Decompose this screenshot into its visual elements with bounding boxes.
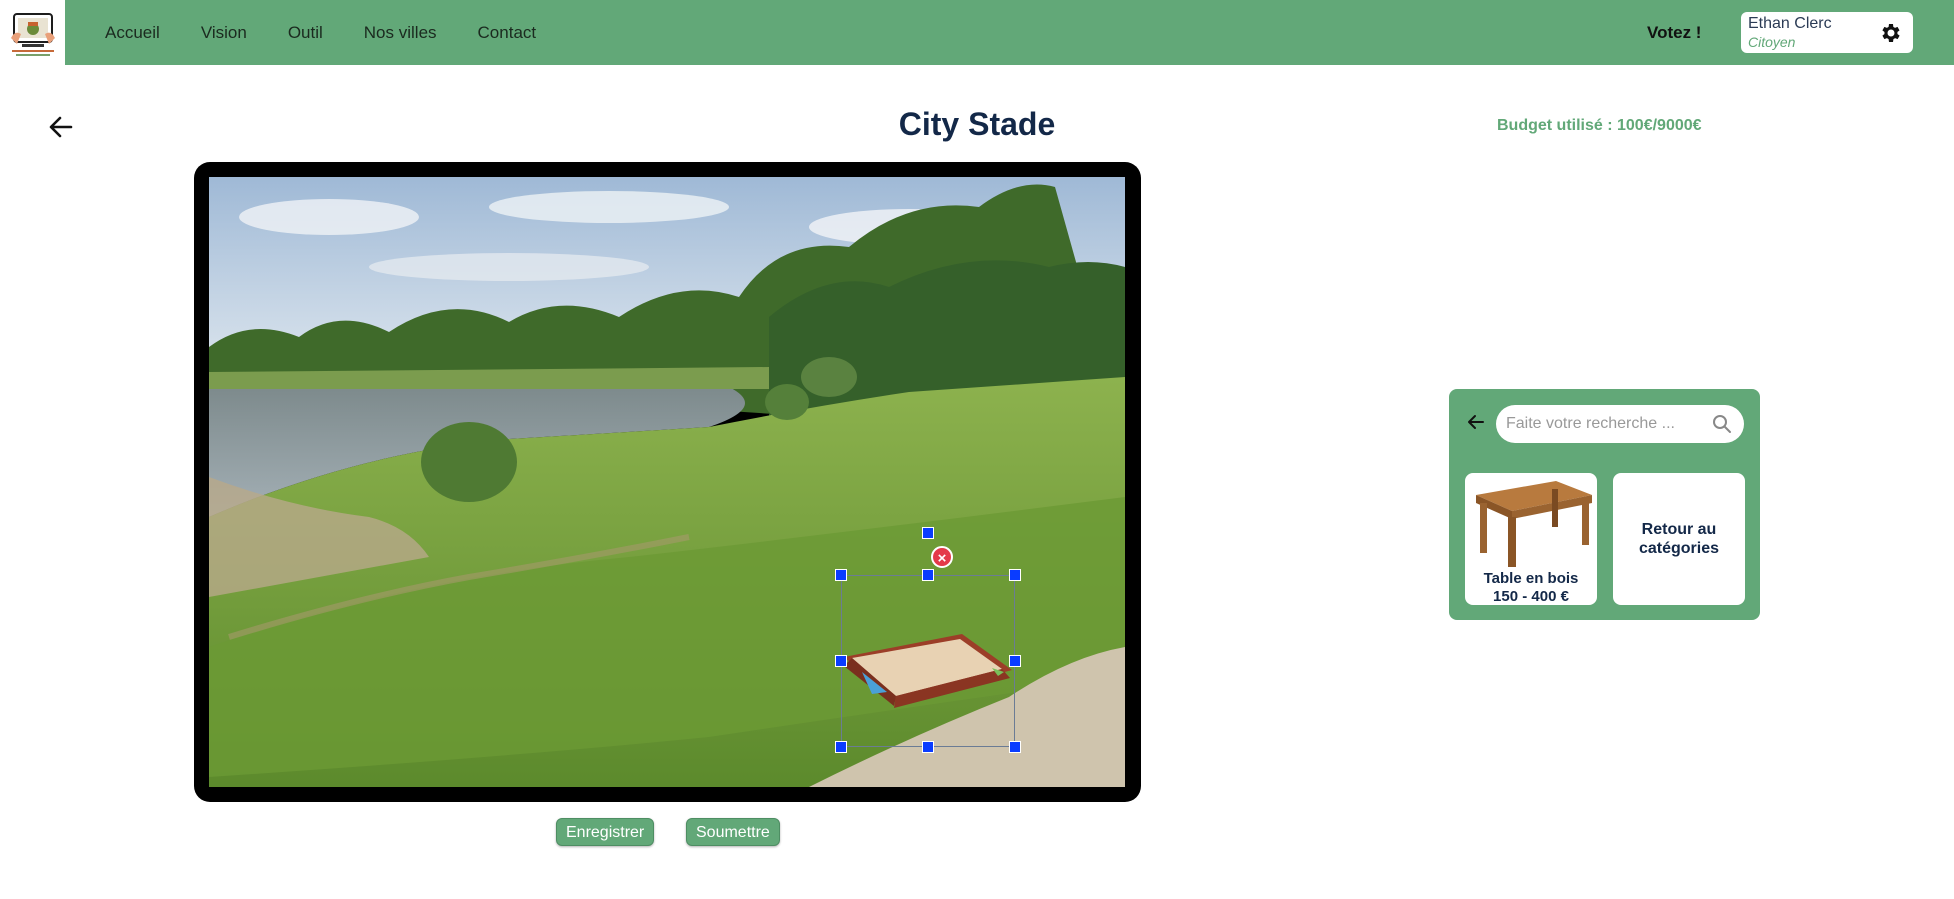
site-logo[interactable] xyxy=(0,0,65,65)
back-to-categories-card[interactable]: Retour au catégories xyxy=(1613,473,1745,605)
nav-link-vision[interactable]: Vision xyxy=(201,23,247,43)
nav-link-nos-villes[interactable]: Nos villes xyxy=(364,23,437,43)
submit-button[interactable]: Soumettre xyxy=(686,818,780,846)
search-icon[interactable] xyxy=(1712,414,1732,434)
gear-icon[interactable] xyxy=(1879,21,1903,45)
catalog-item-card[interactable]: Table en bois 150 - 400 € xyxy=(1465,473,1597,605)
user-profile-box[interactable]: Ethan Clerc Citoyen xyxy=(1741,12,1913,53)
resize-handle-middle-right[interactable] xyxy=(1009,655,1021,667)
nav-links: Accueil Vision Outil Nos villes Contact xyxy=(105,0,577,65)
resize-handle-rotate[interactable] xyxy=(922,527,934,539)
resize-handle-middle-left[interactable] xyxy=(835,655,847,667)
save-button[interactable]: Enregistrer xyxy=(556,818,655,846)
vote-link[interactable]: Votez ! xyxy=(1647,0,1701,65)
catalog-item-title: Table en bois xyxy=(1483,570,1579,587)
top-navbar: Accueil Vision Outil Nos villes Contact … xyxy=(0,0,1954,65)
nav-link-outil[interactable]: Outil xyxy=(288,23,323,43)
resize-handle-bottom-left[interactable] xyxy=(835,741,847,753)
selection-box[interactable] xyxy=(841,575,1015,747)
back-arrow-icon[interactable] xyxy=(1465,411,1487,433)
nav-link-accueil[interactable]: Accueil xyxy=(105,23,160,43)
resize-handle-top-right[interactable] xyxy=(1009,569,1021,581)
search-box xyxy=(1496,405,1744,443)
resize-handle-top-center[interactable] xyxy=(922,569,934,581)
budget-indicator: Budget utilisé : 100€/9000€ xyxy=(1497,117,1702,134)
user-name: Ethan Clerc xyxy=(1748,15,1832,32)
back-to-categories-label: Retour au catégories xyxy=(1613,520,1745,558)
back-to-categories-line2: catégories xyxy=(1638,540,1720,557)
user-role: Citoyen xyxy=(1748,34,1796,50)
search-input[interactable] xyxy=(1506,405,1701,443)
close-icon[interactable]: × xyxy=(931,546,953,568)
resize-handle-bottom-center[interactable] xyxy=(922,741,934,753)
catalog-panel: Table en bois 150 - 400 € Retour au caté… xyxy=(1449,389,1760,620)
resize-handle-bottom-right[interactable] xyxy=(1009,741,1021,753)
resize-handle-top-left[interactable] xyxy=(835,569,847,581)
nav-link-contact[interactable]: Contact xyxy=(478,23,537,43)
wooden-table-icon xyxy=(1476,481,1592,567)
back-to-categories-line1: Retour au xyxy=(1641,521,1717,538)
catalog-item-price: 150 - 400 € xyxy=(1493,588,1569,605)
